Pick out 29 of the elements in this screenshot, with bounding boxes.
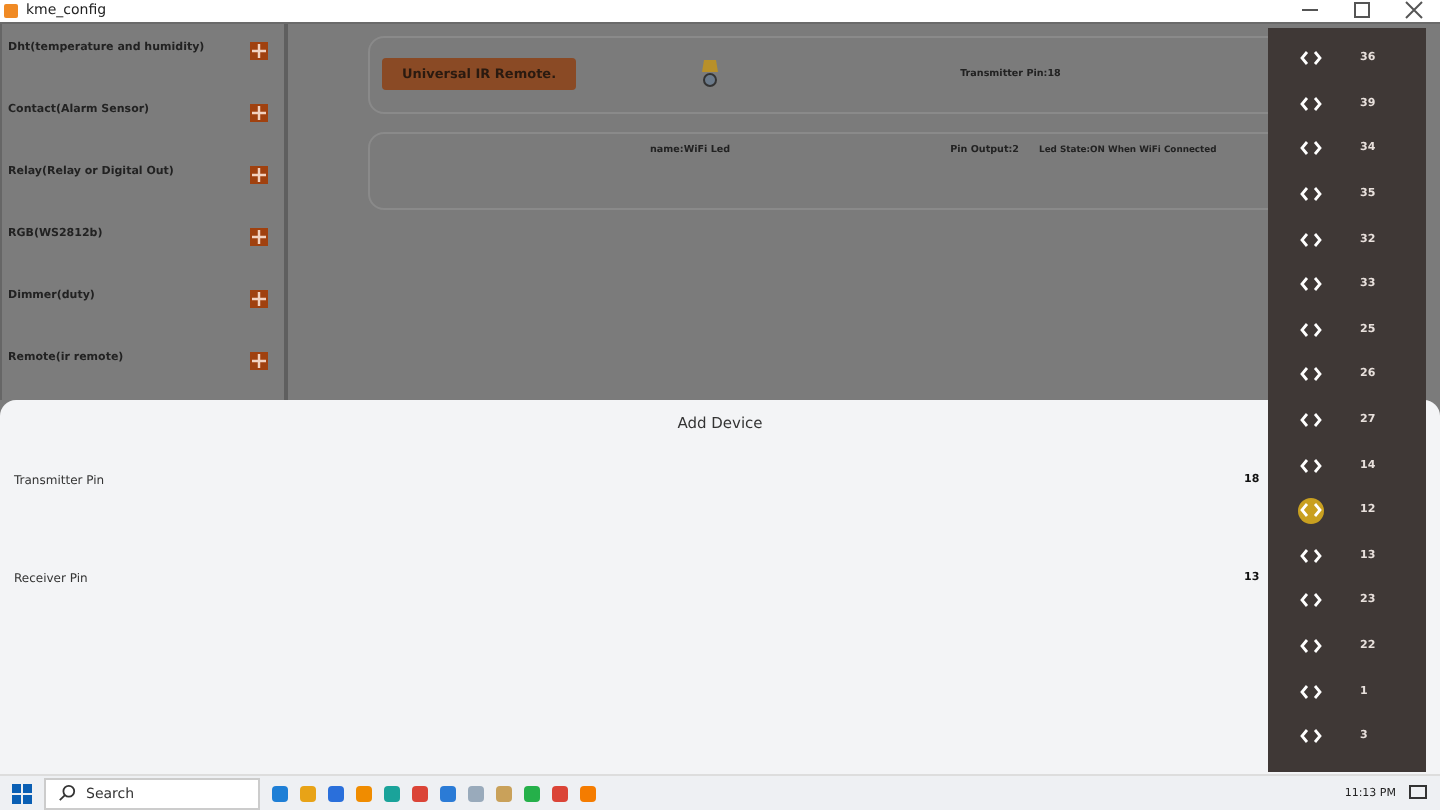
search-icon (58, 784, 76, 803)
add-button[interactable] (250, 41, 268, 60)
add-button[interactable] (250, 227, 268, 246)
add-button[interactable] (250, 289, 268, 308)
chevrons-icon (1300, 683, 1322, 700)
chevrons-icon (1300, 728, 1322, 745)
add-button[interactable] (250, 103, 268, 122)
chevrons-icon (1300, 186, 1322, 203)
chevrons-icon (1300, 366, 1322, 383)
chevrons-icon (1300, 638, 1322, 655)
windows-start-icon[interactable] (12, 783, 32, 804)
chevrons-icon (1300, 231, 1322, 248)
notification-icon[interactable] (1408, 783, 1428, 804)
chevrons-icon (1300, 140, 1322, 157)
app-logo-icon (4, 3, 18, 18)
chevrons-icon (1300, 95, 1322, 112)
chevrons-icon (1300, 502, 1322, 519)
chevrons-icon (1300, 412, 1322, 429)
chevrons-icon (1300, 592, 1322, 609)
add-button[interactable] (250, 351, 268, 370)
chevrons-icon (1300, 547, 1322, 564)
close-icon[interactable] (1404, 0, 1424, 21)
add-button[interactable] (250, 165, 268, 184)
lamp-icon (700, 60, 721, 89)
maximize-icon[interactable] (1352, 0, 1372, 21)
chevrons-icon (1300, 50, 1322, 67)
chevrons-icon (1300, 321, 1322, 338)
chevrons-icon (1300, 457, 1322, 474)
chevrons-icon (1300, 276, 1322, 293)
